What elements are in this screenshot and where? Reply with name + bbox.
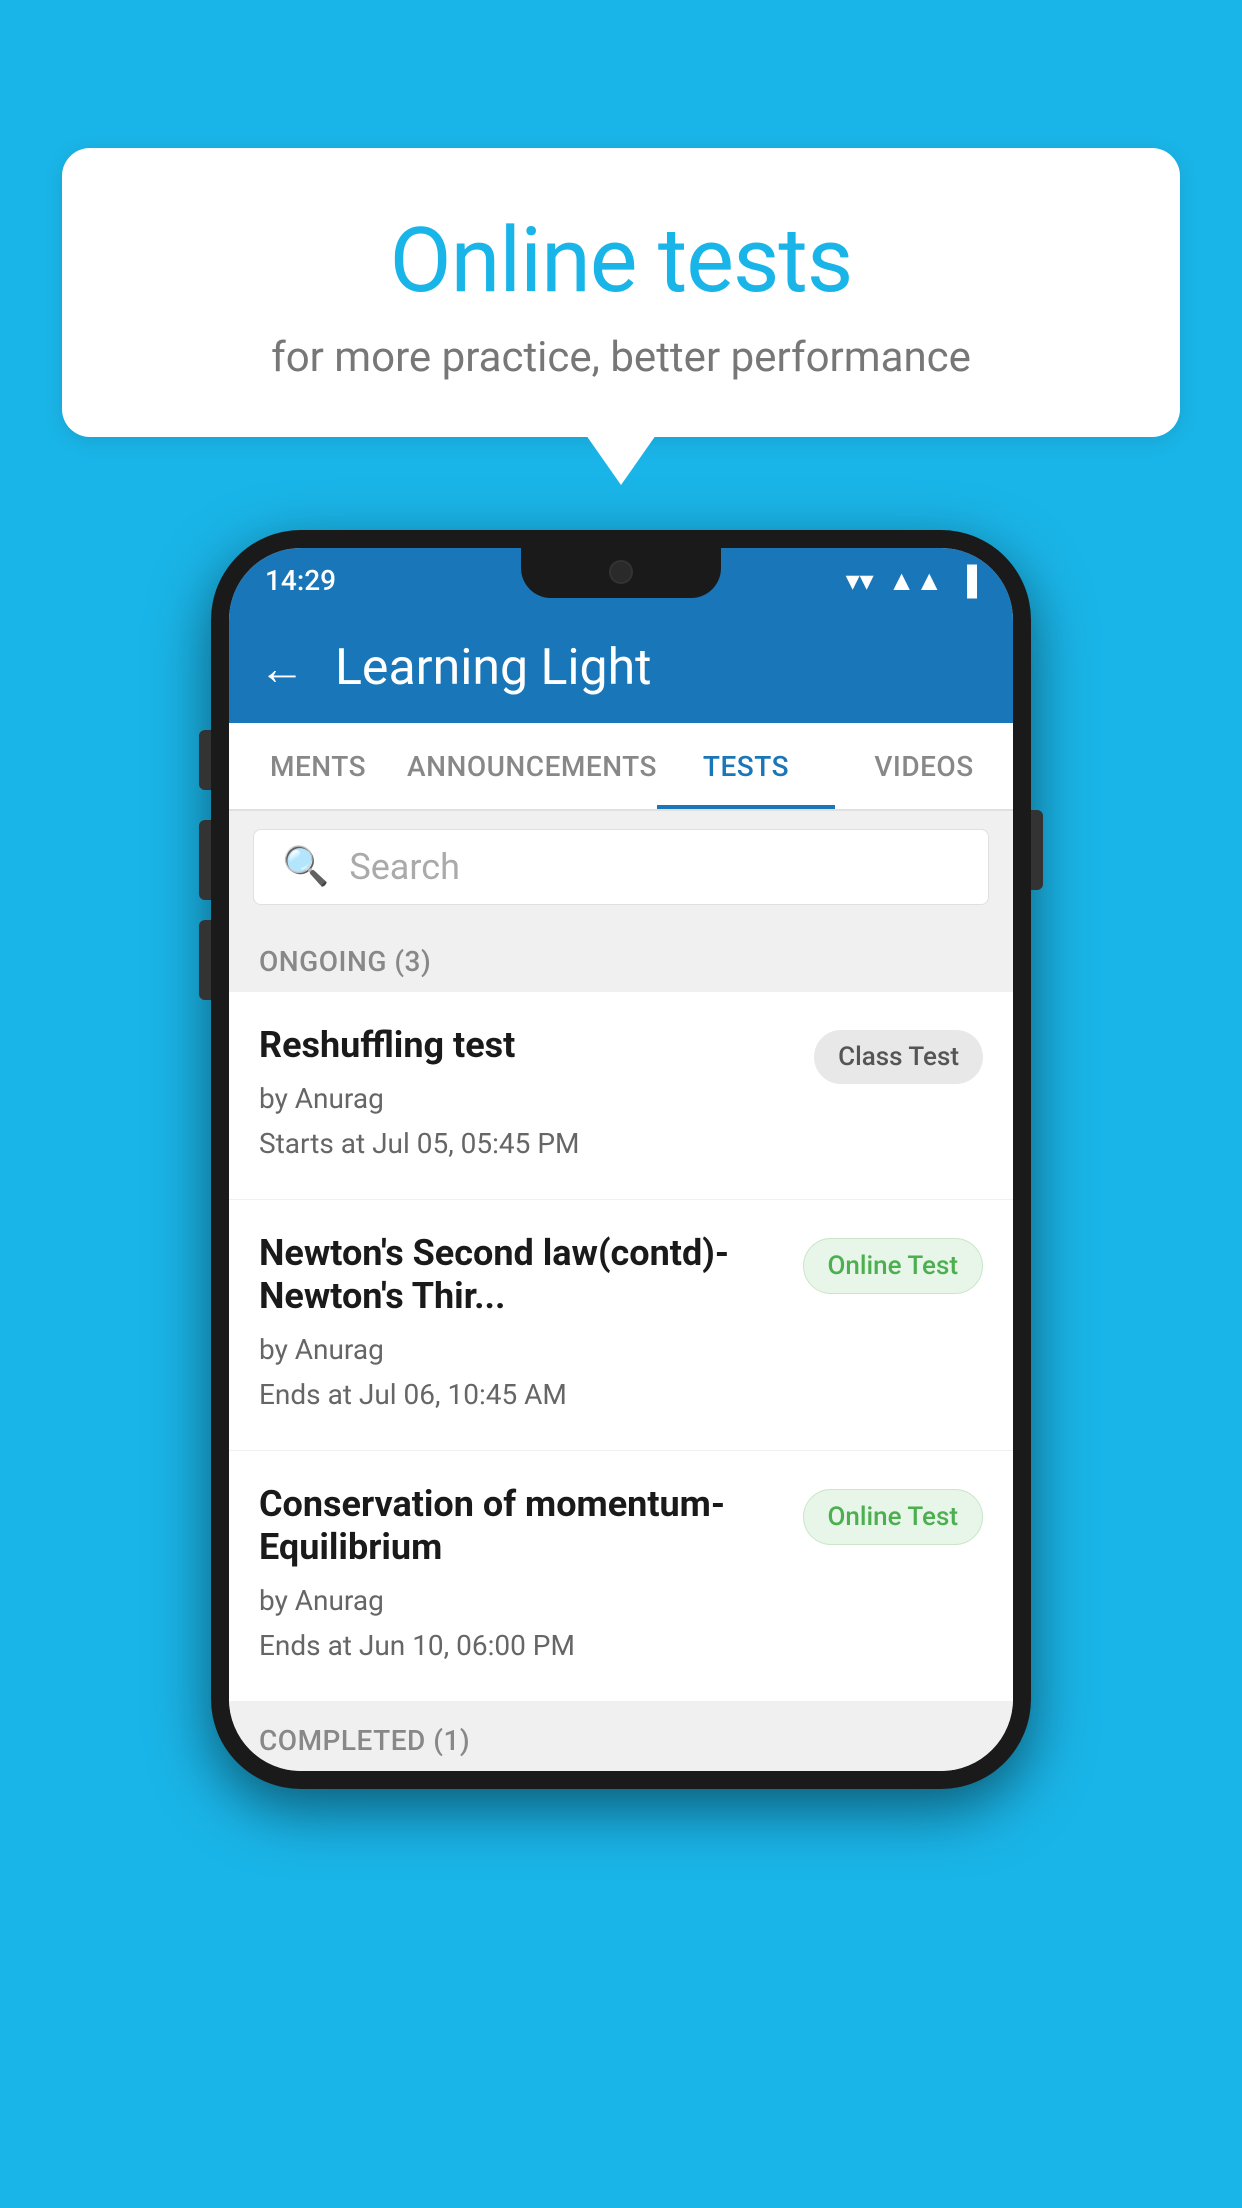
- volume-down-button: [199, 920, 211, 1000]
- test-badge-1: Class Test: [814, 1030, 983, 1084]
- tab-tests[interactable]: TESTS: [657, 723, 835, 809]
- battery-icon: ▐: [957, 564, 977, 597]
- status-icons: ▾▾ ▲▲ ▐: [846, 564, 977, 597]
- section-ongoing-header: ONGOING (3): [229, 923, 1013, 992]
- test-by-1: by Anurag: [259, 1077, 794, 1122]
- test-item-3[interactable]: Conservation of momentum-Equilibrium by …: [229, 1451, 1013, 1702]
- wifi-icon: ▾▾: [846, 564, 874, 597]
- test-info-2: Newton's Second law(contd)-Newton's Thir…: [259, 1232, 783, 1418]
- bubble-subtitle: for more practice, better performance: [112, 333, 1130, 382]
- tab-ments[interactable]: MENTS: [229, 723, 407, 809]
- tabs-bar: MENTS ANNOUNCEMENTS TESTS VIDEOS: [229, 723, 1013, 811]
- volume-up-button: [199, 820, 211, 900]
- power-button: [1031, 810, 1043, 890]
- test-time-1: Starts at Jul 05, 05:45 PM: [259, 1122, 794, 1167]
- search-placeholder: Search: [349, 846, 460, 888]
- test-time-3: Ends at Jun 10, 06:00 PM: [259, 1624, 783, 1669]
- tab-videos[interactable]: VIDEOS: [835, 723, 1013, 809]
- test-name-3: Conservation of momentum-Equilibrium: [259, 1483, 783, 1569]
- front-camera: [609, 560, 633, 584]
- test-badge-2: Online Test: [803, 1238, 984, 1294]
- bubble-title: Online tests: [112, 208, 1130, 313]
- section-completed-header: COMPLETED (1): [229, 1702, 1013, 1771]
- test-item-1[interactable]: Reshuffling test by Anurag Starts at Jul…: [229, 992, 1013, 1200]
- phone-mockup: 14:29 ▾▾ ▲▲ ▐ ← Learning Light MENTS ANN…: [211, 530, 1031, 1789]
- search-icon: 🔍: [282, 845, 329, 889]
- mute-button: [199, 730, 211, 790]
- app-bar-title: Learning Light: [335, 639, 652, 697]
- phone-frame: 14:29 ▾▾ ▲▲ ▐ ← Learning Light MENTS ANN…: [211, 530, 1031, 1789]
- test-badge-3: Online Test: [803, 1489, 984, 1545]
- phone-screen: 14:29 ▾▾ ▲▲ ▐ ← Learning Light MENTS ANN…: [229, 548, 1013, 1771]
- test-list: Reshuffling test by Anurag Starts at Jul…: [229, 992, 1013, 1702]
- search-container: 🔍 Search: [229, 811, 1013, 923]
- test-info-3: Conservation of momentum-Equilibrium by …: [259, 1483, 783, 1669]
- phone-notch: [521, 548, 721, 598]
- test-name-2: Newton's Second law(contd)-Newton's Thir…: [259, 1232, 783, 1318]
- test-info-1: Reshuffling test by Anurag Starts at Jul…: [259, 1024, 794, 1167]
- signal-icon: ▲▲: [888, 564, 943, 597]
- test-time-2: Ends at Jul 06, 10:45 AM: [259, 1373, 783, 1418]
- speech-bubble: Online tests for more practice, better p…: [62, 148, 1180, 437]
- status-time: 14:29: [265, 564, 336, 597]
- test-by-2: by Anurag: [259, 1328, 783, 1373]
- test-item-2[interactable]: Newton's Second law(contd)-Newton's Thir…: [229, 1200, 1013, 1451]
- app-bar: ← Learning Light: [229, 613, 1013, 723]
- test-by-3: by Anurag: [259, 1579, 783, 1624]
- tab-announcements[interactable]: ANNOUNCEMENTS: [407, 723, 657, 809]
- search-box[interactable]: 🔍 Search: [253, 829, 989, 905]
- back-button[interactable]: ←: [259, 641, 305, 696]
- test-name-1: Reshuffling test: [259, 1024, 794, 1067]
